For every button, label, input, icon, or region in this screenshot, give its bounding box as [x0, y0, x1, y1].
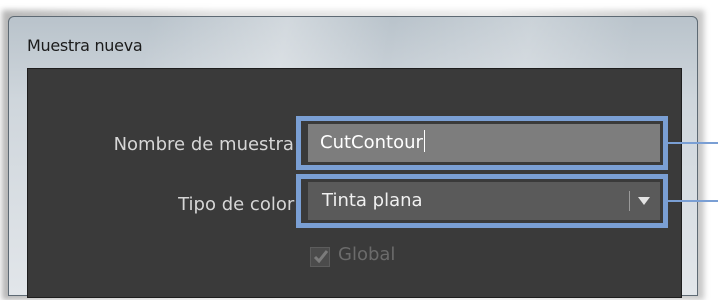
callout-line-type [668, 200, 718, 202]
swatch-name-input[interactable]: CutContour [308, 124, 660, 162]
color-type-label: Tipo de color: [178, 194, 300, 215]
swatch-name-label: Nombre de muestra: [113, 134, 300, 155]
chevron-down-icon[interactable] [638, 197, 650, 205]
text-caret [423, 130, 425, 152]
global-checkbox[interactable] [310, 247, 330, 267]
swatch-name-value: CutContour [320, 132, 423, 153]
color-type-select[interactable]: Tinta plana [308, 182, 660, 220]
checkmark-icon [313, 250, 329, 264]
color-type-value: Tinta plana [322, 190, 423, 211]
dialog-title: Muestra nueva [27, 36, 143, 55]
global-label: Global [338, 244, 396, 265]
select-divider [629, 191, 630, 211]
callout-line-name [668, 142, 718, 144]
